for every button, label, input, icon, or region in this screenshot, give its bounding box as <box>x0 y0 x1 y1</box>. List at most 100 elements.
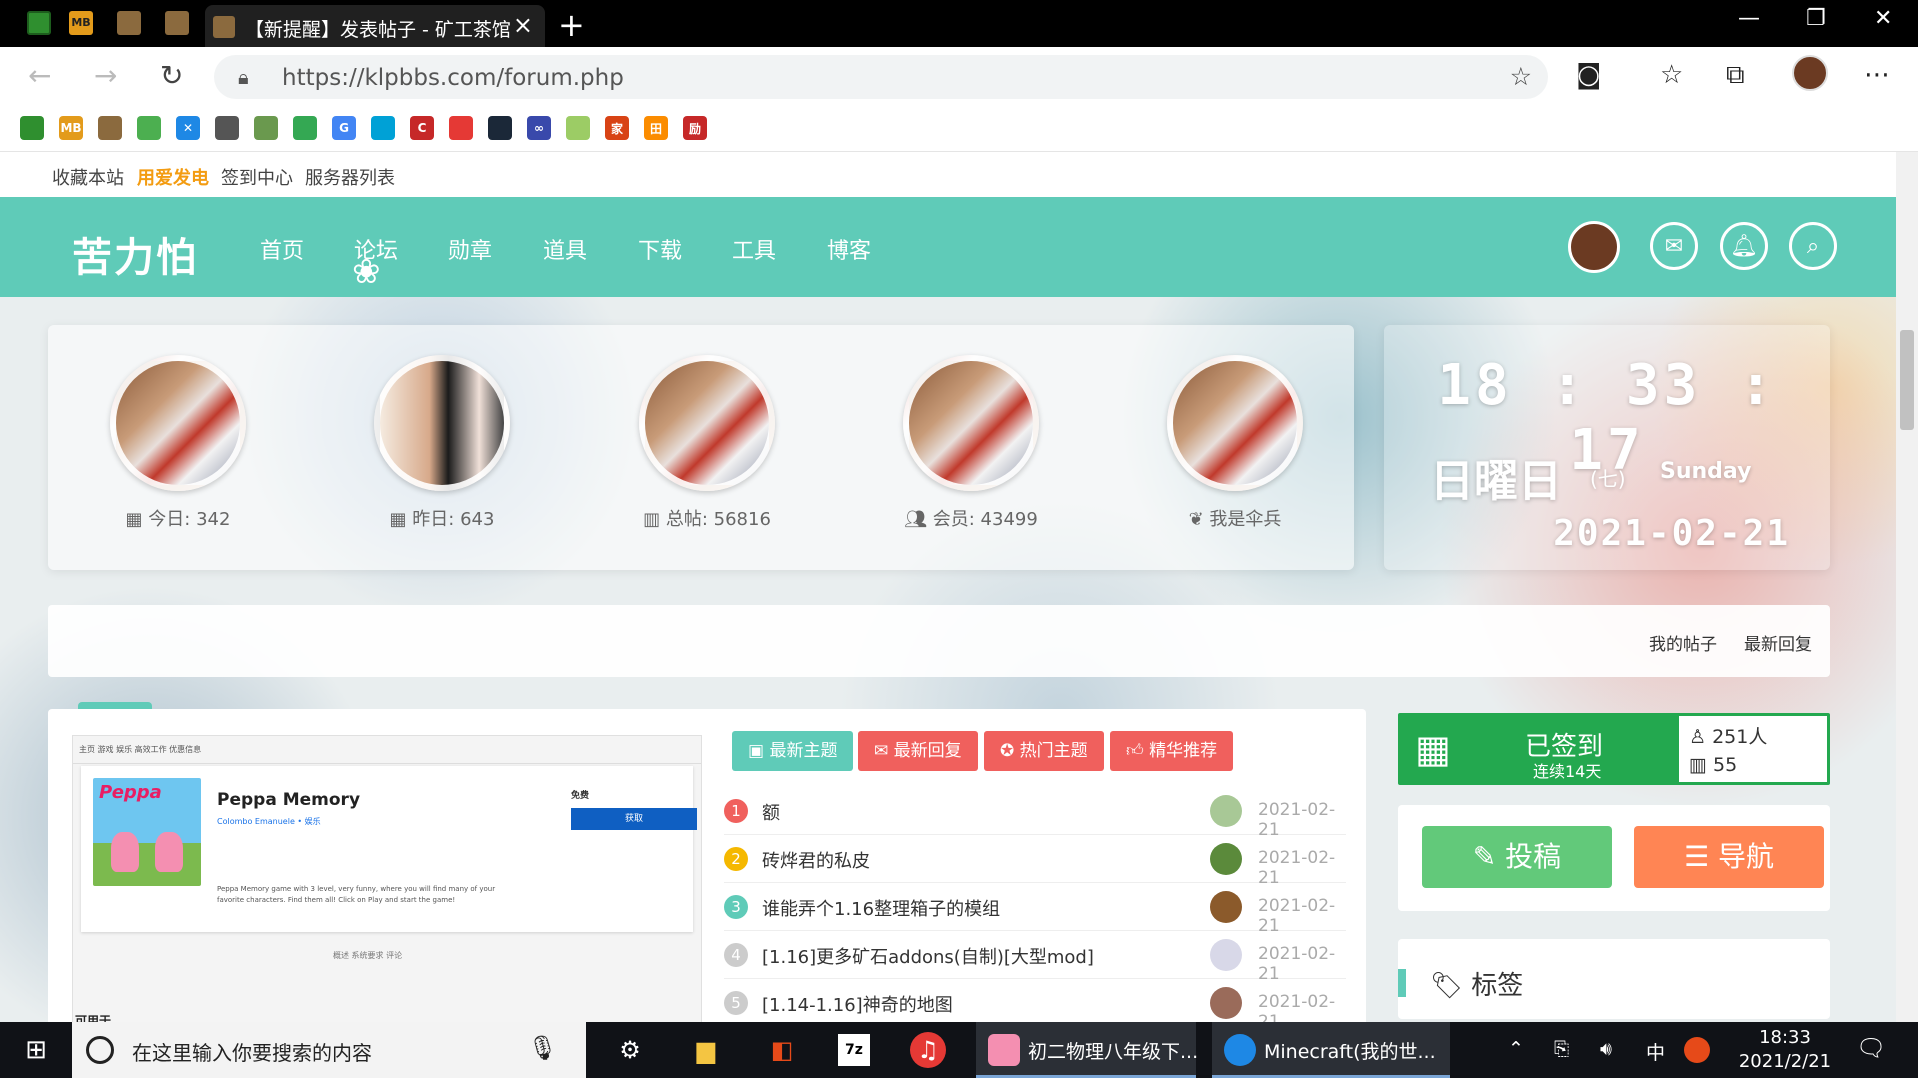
bookmark-minecraft-icon[interactable] <box>20 116 44 140</box>
avatar[interactable] <box>1210 843 1242 875</box>
7zip-icon[interactable]: 7z <box>838 1034 870 1066</box>
bookmark-jia-icon[interactable]: 家 <box>605 116 629 140</box>
bookmark-site-link[interactable]: 收藏本站 <box>52 164 124 190</box>
forward-button[interactable]: → <box>94 59 117 92</box>
latest-replies-link[interactable]: 最新回复 <box>1744 630 1812 655</box>
carousel-prev-arrow[interactable]: ‹ <box>87 896 103 942</box>
taskbar-window-bilibili[interactable]: 初二物理八年级下... <box>976 1022 1198 1078</box>
bookmark-lock-red-icon[interactable] <box>449 116 473 140</box>
post-button[interactable]: ✎ 投稿 <box>1422 826 1612 888</box>
bookmark-translate-icon[interactable]: G <box>332 116 356 140</box>
taskbar-clock[interactable]: 18:33 2021/2/21 <box>1730 1026 1840 1074</box>
volume-icon[interactable]: 🔊︎ <box>1600 1038 1612 1060</box>
latest-threads-tab[interactable]: ▣ 最新主题 <box>732 731 854 771</box>
user-avatar[interactable] <box>1568 221 1620 273</box>
thread-row[interactable]: 4 [1.16]更多矿石addons(自制)[大型mod] 2021-02-21 <box>724 931 1346 984</box>
restore-button[interactable]: ❐ <box>1806 6 1826 31</box>
checkin-status[interactable]: ▦ 已签到 连续14天 <box>1401 716 1679 782</box>
tray-expand-icon[interactable]: ⌃ <box>1508 1038 1524 1060</box>
bookmark-chrome-icon[interactable] <box>293 116 317 140</box>
nav-items[interactable]: 道具 <box>543 233 587 265</box>
bookmark-x-tool-icon[interactable]: ✕ <box>176 116 200 140</box>
network-icon[interactable]: ⎘ <box>1554 1038 1569 1060</box>
bookmark-grid-icon[interactable]: 田 <box>644 116 668 140</box>
nav-medals[interactable]: 勋章 <box>448 233 492 265</box>
minimize-button[interactable]: — <box>1738 6 1760 31</box>
server-list-link[interactable]: 服务器列表 <box>305 164 395 190</box>
checkin-widget[interactable]: ▦ 已签到 连续14天 ♙ 251人 ▥ 55 <box>1398 713 1830 785</box>
office-icon[interactable]: ◧ <box>762 1030 802 1070</box>
new-tab-button[interactable]: + <box>558 6 585 44</box>
bookmark-mcbbs-icon[interactable]: MB <box>59 116 83 140</box>
thread-row[interactable]: 1 额 2021-02-21 <box>724 787 1346 840</box>
lock-icon[interactable]: 🔒︎ <box>238 65 249 89</box>
cortana-icon[interactable] <box>86 1036 114 1064</box>
stat-newest-label[interactable]: 我是伞兵 <box>1209 509 1281 530</box>
latest-replies-tab[interactable]: ✉ 最新回复 <box>858 731 978 771</box>
my-threads-link[interactable]: 我的帖子 <box>1649 630 1717 655</box>
back-button[interactable]: ← <box>28 59 51 92</box>
taskbar-search[interactable]: 在这里输入你要搜索的内容 🎙︎ <box>72 1022 586 1078</box>
thread-title[interactable]: [1.14-1.16]神奇的地图 <box>762 991 953 1017</box>
close-tab-icon[interactable]: × <box>513 11 533 39</box>
checkin-center-link[interactable]: 签到中心 <box>221 164 293 190</box>
mcbbs-tab-icon[interactable]: MB <box>66 8 96 38</box>
more-menu-icon[interactable]: ⋯ <box>1864 60 1890 90</box>
scrollbar-thumb[interactable] <box>1900 330 1914 430</box>
url-text[interactable]: https://klpbbs.com/forum.php <box>282 65 624 91</box>
bookmark-li-icon[interactable]: 励 <box>683 116 707 140</box>
bookmark-bilibili-icon[interactable] <box>371 116 395 140</box>
block-tab-icon[interactable] <box>162 8 192 38</box>
thread-title[interactable]: 额 <box>762 799 780 825</box>
sogou-ime-icon[interactable] <box>1684 1037 1710 1063</box>
nav-home[interactable]: 首页 <box>260 233 304 265</box>
thread-row[interactable]: 3 谁能弄个1.16整理箱子的模组 2021-02-21 <box>724 883 1346 936</box>
bookmark-grass-block-icon[interactable] <box>254 116 278 140</box>
donate-link[interactable]: 用爱发电 <box>137 164 209 190</box>
microphone-icon[interactable]: 🎙︎ <box>528 1034 558 1062</box>
settings-icon[interactable]: ⚙ <box>610 1030 650 1070</box>
file-explorer-icon[interactable]: ▆ <box>686 1030 726 1070</box>
carousel-slide[interactable]: 主页 游戏 娱乐 高效工作 优惠信息 Peppa Peppa Memory Co… <box>72 735 702 1022</box>
bookmark-block-green-icon[interactable] <box>137 116 161 140</box>
site-logo[interactable]: 苦力怕 <box>72 225 198 283</box>
bookmark-c-logo-icon[interactable]: C <box>410 116 434 140</box>
thread-row[interactable]: 5 [1.14-1.16]神奇的地图 2021-02-21 <box>724 979 1346 1022</box>
carousel-next-arrow[interactable]: › <box>665 896 681 942</box>
nav-blog[interactable]: 博客 <box>827 233 871 265</box>
avatar[interactable] <box>1210 939 1242 971</box>
taskbar-search-placeholder[interactable]: 在这里输入你要搜索的内容 <box>132 1037 372 1066</box>
notification-icon[interactable]: 🗨︎ <box>1856 1034 1886 1062</box>
close-window-button[interactable]: ✕ <box>1874 6 1892 31</box>
featured-tab[interactable]: 👍︎ 精华推荐 <box>1110 731 1234 771</box>
hot-threads-tab[interactable]: ✪ 热门主题 <box>984 731 1104 771</box>
bell-icon[interactable]: 🔔︎ <box>1720 222 1768 270</box>
thread-title[interactable]: [1.16]更多矿石addons(自制)[大型mod] <box>762 943 1094 969</box>
bookmark-block-brown-icon[interactable] <box>98 116 122 140</box>
extension-icon[interactable]: ◙ <box>1576 60 1601 90</box>
mail-icon[interactable]: ✉ <box>1650 222 1698 270</box>
avatar[interactable] <box>639 355 775 491</box>
address-bar[interactable]: 🔒︎ https://klpbbs.com/forum.php ☆ <box>214 55 1548 99</box>
collections-icon[interactable]: ⧉ <box>1726 60 1745 91</box>
start-button[interactable]: ⊞ <box>16 1030 56 1070</box>
nav-downloads[interactable]: 下载 <box>638 233 682 265</box>
thread-title[interactable]: 砖烨君的私皮 <box>762 847 870 873</box>
avatar[interactable] <box>903 355 1039 491</box>
refresh-button[interactable]: ↻ <box>160 59 183 92</box>
avatar[interactable] <box>1210 987 1242 1019</box>
bookmark-loop-icon[interactable]: ∞ <box>527 116 551 140</box>
ime-indicator[interactable]: 中 <box>1646 1038 1665 1065</box>
avatar[interactable] <box>374 355 510 491</box>
active-tab[interactable]: 【新提醒】发表帖子 - 矿工茶馆 × <box>205 5 545 47</box>
thread-row[interactable]: 2 砖烨君的私皮 2021-02-21 <box>724 835 1346 888</box>
nav-tools[interactable]: 工具 <box>732 233 776 265</box>
bookmark-steam-icon[interactable] <box>488 116 512 140</box>
thread-title[interactable]: 谁能弄个1.16整理箱子的模组 <box>762 895 1000 921</box>
page-scrollbar[interactable] <box>1896 152 1918 1022</box>
navigation-button[interactable]: ☰ 导航 <box>1634 826 1824 888</box>
minecraft-tab-icon[interactable] <box>24 8 54 38</box>
avatar[interactable] <box>1210 795 1242 827</box>
taskbar-window-edge[interactable]: Minecraft(我的世... <box>1212 1022 1450 1078</box>
bookmark-plane-icon[interactable] <box>215 116 239 140</box>
